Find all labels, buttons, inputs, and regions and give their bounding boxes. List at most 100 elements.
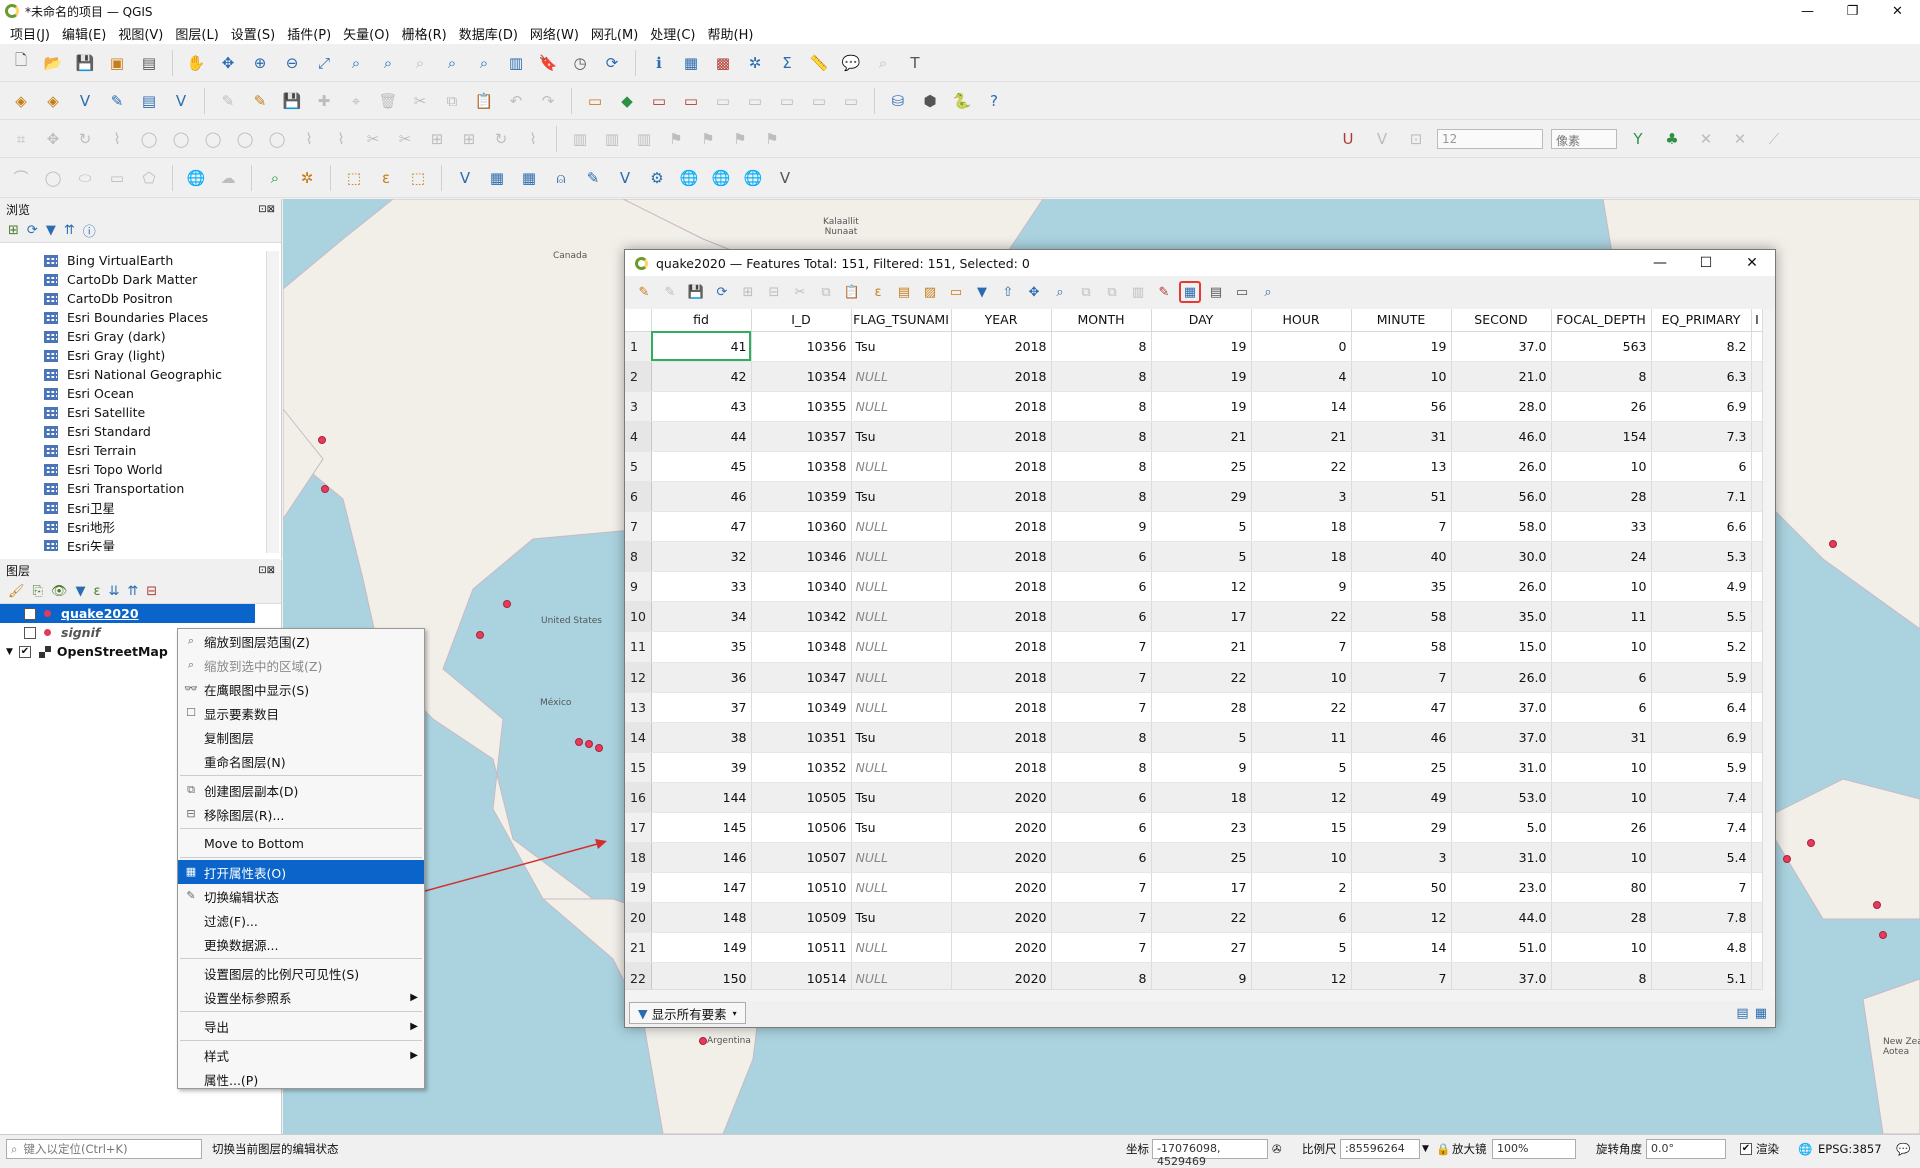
table-cell[interactable]: 0	[1251, 331, 1352, 362]
column-header[interactable]: FOCAL_DEPTH	[1551, 309, 1652, 332]
table-cell[interactable]: 144	[651, 782, 752, 814]
table-cell[interactable]: 10349	[751, 692, 852, 723]
table-cell[interactable]: 39	[651, 752, 752, 783]
settings-gear-icon[interactable]: ✲	[742, 50, 768, 76]
table-cell[interactable]: 10354	[751, 361, 852, 392]
table-cell[interactable]: 28	[1551, 902, 1652, 934]
text-icon[interactable]: T	[902, 50, 928, 76]
pin-label-icon[interactable]: ▭	[646, 88, 672, 114]
form-view-icon[interactable]: ▤	[1736, 1006, 1748, 1021]
browser-item[interactable]: Esri Standard	[0, 422, 265, 441]
table-cell[interactable]: 15.0	[1451, 631, 1552, 663]
table-cell[interactable]: 25	[1151, 842, 1252, 874]
table-cell[interactable]: 6	[1051, 842, 1152, 874]
reshape-icon[interactable]: ⌇	[296, 126, 322, 152]
quake-point[interactable]	[699, 1037, 707, 1045]
table-cell[interactable]: 45	[651, 451, 752, 482]
table-cell[interactable]: 31	[1351, 421, 1452, 452]
annotation-4-icon[interactable]: ⚑	[759, 126, 785, 152]
table-row[interactable]: 18 146 10507 NULL 2020 6 25 10 3 31.0 10 5.4	[625, 842, 1764, 874]
table-cell[interactable]: 10	[1551, 752, 1652, 783]
table-cell[interactable]: NULL	[851, 752, 952, 783]
fill-ring-icon[interactable]: ◯	[200, 126, 226, 152]
table-cell[interactable]: 11	[1551, 601, 1652, 633]
context-menu-item[interactable]: ☐ 显示要素数目	[178, 701, 424, 725]
text-annotation-icon[interactable]: ⌕	[870, 50, 896, 76]
simplify-icon[interactable]: ⌇	[104, 126, 130, 152]
table-cell[interactable]: 10360	[751, 511, 852, 543]
context-menu-item[interactable]: ▦ 打开属性表(O)	[178, 860, 424, 884]
delete-ring-icon[interactable]: ◯	[232, 126, 258, 152]
table-cell[interactable]: 51.0	[1451, 932, 1552, 964]
virtual-layer-icon[interactable]: V	[168, 88, 194, 114]
table-cell[interactable]: 2018	[951, 601, 1052, 633]
context-menu-item[interactable]: 过滤(F)...	[178, 908, 424, 932]
table-cell[interactable]: 10	[1251, 842, 1352, 874]
table-cell[interactable]: NULL	[851, 391, 952, 422]
context-menu-item[interactable]: ⌕ 缩放到选中的区域(Z)	[178, 653, 424, 677]
ellipse-icon[interactable]: ⬭	[72, 165, 98, 191]
context-menu-item[interactable]: 复制图层	[178, 725, 424, 749]
table-cell[interactable]: 8.2	[1651, 331, 1752, 362]
table-cell[interactable]: 6	[1251, 902, 1352, 934]
table-cell[interactable]: 8	[1551, 361, 1652, 392]
table-row[interactable]: 9 33 10340 NULL 2018 6 12 9 35 26.0 10 4.9	[625, 571, 1764, 603]
table-cell[interactable]: 6.4	[1651, 692, 1752, 723]
table-cell[interactable]: 2	[1251, 872, 1352, 904]
deselect-icon[interactable]: ⬚	[405, 165, 431, 191]
table-cell[interactable]: 10507	[751, 842, 852, 874]
rotation-field[interactable]: 0.0°	[1646, 1139, 1726, 1159]
show-hide-labels-icon[interactable]: ▭	[678, 88, 704, 114]
table-cell[interactable]: 21	[1151, 421, 1252, 452]
select-feature-icon[interactable]: ⬚	[341, 165, 367, 191]
context-menu-item[interactable]: Move to Bottom	[178, 831, 424, 855]
table-cell[interactable]: 4.9	[1651, 571, 1752, 603]
table-cell[interactable]: 19	[1151, 361, 1252, 392]
copy-icon[interactable]: ⧉	[439, 88, 465, 114]
table-cell[interactable]: 2018	[951, 722, 1052, 753]
table-cell[interactable]: 49	[1351, 782, 1452, 814]
new-project-icon[interactable]: 🗋	[8, 50, 34, 76]
cut-icon[interactable]: ✂	[789, 281, 811, 303]
menu-edit[interactable]: 编辑(E)	[56, 24, 112, 43]
browser-item[interactable]: Esri地形	[0, 517, 265, 536]
messages-icon[interactable]: 💬	[1896, 1142, 1910, 1156]
table-cell[interactable]: 12	[1151, 571, 1252, 603]
georef-icon[interactable]: 🌐	[708, 165, 734, 191]
row-header[interactable]: 13	[625, 692, 652, 723]
circle-icon[interactable]: ◯	[40, 165, 66, 191]
add-feature-icon[interactable]: ⊞	[737, 281, 759, 303]
table-cell[interactable]: 12	[1351, 902, 1452, 934]
table-cell[interactable]: 35.0	[1451, 601, 1552, 633]
identify-icon[interactable]: ℹ	[646, 50, 672, 76]
select-by-expression-icon[interactable]: ε	[373, 165, 399, 191]
table-cell[interactable]: 23.0	[1451, 872, 1552, 904]
attr-close-button[interactable]: ✕	[1729, 250, 1775, 276]
dock-icon[interactable]: ▭	[1231, 281, 1253, 303]
table-cell[interactable]: 22	[1251, 601, 1352, 633]
style-panel-icon[interactable]: 🖌	[8, 584, 25, 599]
table-cell[interactable]: 51	[1351, 481, 1452, 513]
table-row[interactable]: 7 47 10360 NULL 2018 9 5 18 7 58.0 33 6.6	[625, 511, 1764, 543]
table-cell[interactable]: 37.0	[1451, 692, 1552, 723]
menu-processing[interactable]: 处理(C)	[644, 24, 701, 43]
table-cell[interactable]: 14	[1351, 932, 1452, 964]
delete-field-icon[interactable]: ▥	[1127, 281, 1149, 303]
table-cell[interactable]: 17	[1151, 601, 1252, 633]
scale-dropdown-icon[interactable]: ▼	[1422, 1144, 1429, 1154]
temp-layer-icon[interactable]: ▤	[136, 88, 162, 114]
web-search-icon[interactable]: 🌐	[740, 165, 766, 191]
network-grid-icon[interactable]: ▦	[516, 165, 542, 191]
annotation-icon[interactable]: ⚑	[663, 126, 689, 152]
browser-item[interactable]: Esri Ocean	[0, 384, 265, 403]
table-cell[interactable]: 2018	[951, 481, 1052, 513]
table-cell[interactable]: 15	[1251, 812, 1352, 844]
table-cell[interactable]: 22	[1251, 451, 1352, 482]
column-header[interactable]: HOUR	[1251, 309, 1352, 332]
add-selected-icon[interactable]: ⊞	[8, 223, 19, 238]
row-header[interactable]: 21	[625, 932, 652, 964]
quake-point[interactable]	[585, 740, 593, 748]
table-cell[interactable]: 5	[1151, 511, 1252, 543]
quake-point[interactable]	[1829, 540, 1837, 548]
map-tips-icon[interactable]: 💬	[838, 50, 864, 76]
